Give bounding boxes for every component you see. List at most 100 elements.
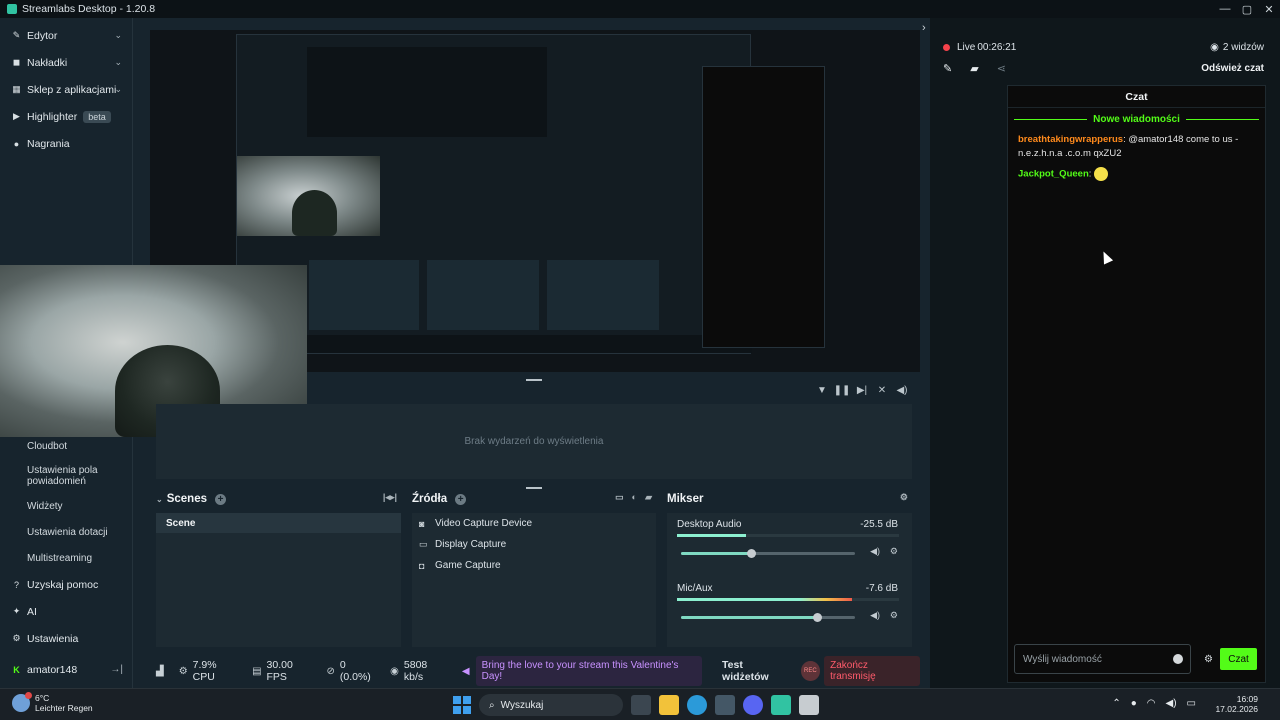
mixer-channel-desktop-audio: Desktop Audio -25.5 dB ◀) ⚙: [677, 519, 899, 569]
edge-browser-icon[interactable]: [687, 695, 707, 715]
store-icon: ▦: [12, 84, 21, 94]
mute-alerts-icon[interactable]: ✕: [872, 382, 892, 398]
mixer-channel-mic-aux: Mic/Aux -7.6 dB ◀) ⚙: [677, 583, 899, 633]
nested-sources-panel: [427, 260, 539, 330]
pause-icon[interactable]: ❚❚: [832, 382, 852, 398]
maximize-button[interactable]: ▢: [1236, 0, 1258, 18]
record-button[interactable]: REC: [800, 661, 821, 681]
notepad-icon[interactable]: [799, 695, 819, 715]
collapse-icon[interactable]: ⌄: [156, 495, 163, 504]
scene-transitions-icon[interactable]: |◂▸|: [383, 492, 397, 503]
chat-username[interactable]: Jackpot_Queen: [1018, 169, 1089, 180]
volume-slider[interactable]: [681, 613, 855, 622]
sidebar-subitem-tip-settings[interactable]: Ustawienia dotacji: [0, 519, 133, 545]
sidebar-item-editor[interactable]: ✎ Edytor ⌄: [0, 22, 132, 49]
skip-icon[interactable]: ▶|: [852, 382, 872, 398]
viewer-count: ◉ 2 widzów: [1210, 42, 1264, 53]
taskbar-search[interactable]: ⌕ Wyszukaj: [479, 694, 623, 716]
mute-icon[interactable]: ◀): [870, 610, 880, 621]
user-account[interactable]: K amator148 →|: [0, 656, 133, 683]
nested-scenes-panel: [309, 260, 419, 330]
refresh-chat-button[interactable]: Odśwież czat: [1201, 63, 1264, 74]
scene-item[interactable]: Scene: [156, 513, 401, 533]
volume-icon[interactable]: ◀): [892, 382, 912, 398]
chat-input[interactable]: Wyślij wiadomość: [1014, 644, 1191, 674]
mixer-settings-icon[interactable]: ⚙: [900, 492, 908, 503]
sidebar-item-app-store[interactable]: ▦ Sklep z aplikacjami ⌄: [0, 76, 132, 103]
sidebar-item-highlighter[interactable]: ▶ Highlighter beta: [0, 103, 132, 130]
edit-stream-info-icon[interactable]: ✎: [943, 62, 952, 75]
task-view-icon[interactable]: [631, 695, 651, 715]
promo-banner[interactable]: Bring the love to your stream this Valen…: [475, 656, 703, 686]
add-scene-button[interactable]: +: [214, 493, 226, 505]
channel-settings-icon[interactable]: ⚙: [890, 610, 898, 621]
overlay-icon: ◼: [12, 57, 21, 67]
audio-level-meter: [677, 534, 899, 537]
search-placeholder: Wyszukaj: [500, 699, 544, 711]
monitor-icon: ▭: [419, 539, 428, 549]
end-stream-button[interactable]: Zakończ transmisję: [824, 656, 920, 686]
chat-panel: Czat Nowe wiadomości breathtakingwrapper…: [1007, 85, 1266, 683]
sidebar-subitem-widgets[interactable]: Widżety: [0, 493, 133, 519]
eye-icon: ◉: [1210, 42, 1219, 53]
discord-icon[interactable]: [743, 695, 763, 715]
sidebar-item-settings[interactable]: ⚙ Ustawienia: [0, 625, 133, 652]
source-visibility-icon[interactable]: ◐: [632, 492, 637, 503]
resize-handle[interactable]: [526, 379, 542, 381]
temperature: 6°C: [35, 693, 50, 703]
sidebar-item-overlays[interactable]: ◼ Nakładki ⌄: [0, 49, 132, 76]
chevron-down-icon[interactable]: ⌄: [114, 30, 122, 41]
highlighter-icon: ▶: [13, 111, 20, 121]
channel-settings-icon[interactable]: ⚙: [890, 546, 898, 557]
source-item-video-capture[interactable]: ◙ Video Capture Device: [412, 513, 656, 534]
battery-icon[interactable]: ▭: [1187, 698, 1196, 709]
title-bar: Streamlabs Desktop - 1.20.8 — ▢ ✕: [0, 0, 1280, 18]
minimize-button[interactable]: —: [1214, 0, 1236, 18]
mute-icon[interactable]: ◀): [870, 546, 880, 557]
volume-slider[interactable]: [681, 549, 855, 558]
folder-icon[interactable]: ▰: [970, 62, 978, 75]
wifi-icon[interactable]: ◠: [1147, 698, 1156, 709]
sidebar-item-help[interactable]: ? Uzyskaj pomoc: [0, 571, 133, 598]
sidebar-subitem-multistreaming[interactable]: Multistreaming: [0, 545, 133, 571]
source-label: Game Capture: [435, 560, 501, 571]
chevron-down-icon[interactable]: ⌄: [114, 84, 122, 95]
microphone-icon[interactable]: ●: [1131, 698, 1137, 709]
sidebar-item-ai[interactable]: ✦ AI: [0, 598, 133, 625]
folder-icon[interactable]: ▰: [645, 492, 652, 503]
events-panel: ▼ ❚❚ ▶| ✕ ◀) Brak wydarzeń do wyświetlen…: [156, 382, 912, 479]
store-app-icon[interactable]: [715, 695, 735, 715]
streamlabs-app-icon[interactable]: [771, 695, 791, 715]
chat-settings-icon[interactable]: ⚙: [1204, 654, 1213, 665]
chat-username[interactable]: breathtakingwrapperus: [1018, 134, 1123, 145]
weather-widget[interactable]: 6°C Leichter Regen: [12, 692, 93, 713]
filter-icon[interactable]: ▼: [812, 382, 832, 398]
collapse-panel-icon[interactable]: ›: [922, 22, 926, 34]
fps-value: 30.00 FPS: [266, 659, 293, 683]
emoji-icon[interactable]: [1173, 654, 1183, 664]
stats-chart-icon[interactable]: ▟: [156, 666, 164, 677]
sidebar-item-recordings[interactable]: ● Nagrania: [0, 130, 132, 157]
share-icon[interactable]: ⋖: [997, 62, 1006, 75]
logout-icon[interactable]: →|: [110, 664, 123, 675]
system-clock[interactable]: 16:09 17.02.2026: [1215, 694, 1258, 714]
chevron-down-icon[interactable]: ⌄: [114, 57, 122, 68]
tray-overflow-icon[interactable]: ⌃: [1112, 698, 1120, 709]
source-item-display-capture[interactable]: ▭ Display Capture: [412, 534, 656, 555]
windows-start-icon[interactable]: [453, 696, 471, 714]
beta-badge: beta: [83, 110, 111, 123]
bitrate-icon: ◉: [390, 665, 399, 677]
sidebar-item-label: Edytor: [27, 29, 58, 42]
resize-handle[interactable]: [526, 487, 542, 489]
nested-mixer-panel: [547, 260, 659, 330]
close-button[interactable]: ✕: [1258, 0, 1280, 18]
send-chat-button[interactable]: Czat: [1220, 648, 1257, 670]
source-settings-icon[interactable]: ▭: [615, 492, 624, 503]
sidebar-subitem-alertbox[interactable]: Ustawienia pola powiadomień: [0, 459, 133, 493]
add-source-button[interactable]: +: [455, 493, 467, 505]
source-item-game-capture[interactable]: ◘ Game Capture: [412, 555, 656, 576]
test-widgets-button[interactable]: Test widżetów: [722, 659, 791, 683]
speaker-icon[interactable]: ◀): [1166, 698, 1177, 709]
file-explorer-icon[interactable]: [659, 695, 679, 715]
weather-condition: Leichter Regen: [35, 703, 93, 713]
